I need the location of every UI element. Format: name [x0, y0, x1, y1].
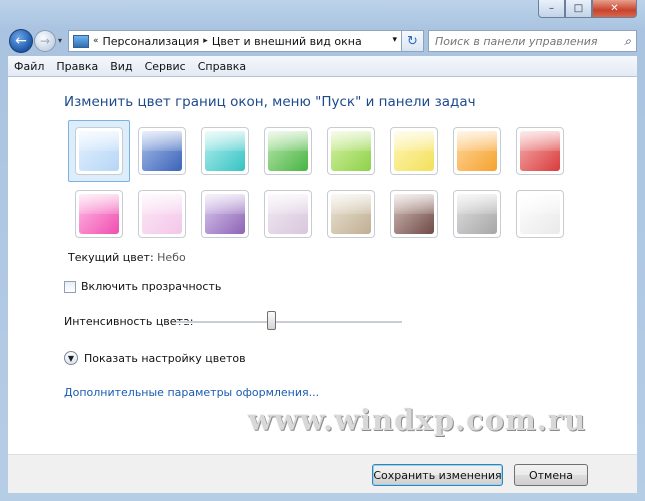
show-color-mixer[interactable]: ▼ Показать настройку цветов [64, 351, 246, 365]
breadcrumb-personalization[interactable]: Персонализация [103, 35, 200, 48]
swatch-fill [520, 194, 560, 234]
color-swatch-lavender[interactable] [264, 190, 312, 238]
navigation-bar: ← → ▾ « Персонализация ▸ Цвет и внешний … [8, 26, 637, 56]
color-swatch-taupe[interactable] [327, 190, 375, 238]
current-color-label: Текущий цвет: [68, 251, 154, 264]
watermark: www.windxp.com.ru [248, 403, 587, 437]
menu-bar: Файл Правка Вид Сервис Справка [8, 56, 637, 77]
refresh-button[interactable]: ↻ [402, 30, 424, 52]
control-panel-icon [73, 34, 89, 48]
menu-file[interactable]: Файл [8, 60, 50, 73]
color-swatch-frost[interactable] [516, 190, 564, 238]
color-swatch-lime[interactable] [327, 127, 375, 175]
back-arrow-icon: ← [15, 33, 27, 49]
swatch-fill [394, 194, 434, 234]
color-swatch-sun[interactable] [390, 127, 438, 175]
intensity-label: Интенсивность цвета: [64, 315, 194, 328]
current-color: Текущий цвет: Небо [68, 251, 186, 264]
color-swatch-pumpkin[interactable] [453, 127, 501, 175]
refresh-icon: ↻ [407, 33, 418, 49]
minimize-button[interactable]: – [538, 0, 565, 18]
transparency-option[interactable]: Включить прозрачность [64, 280, 221, 293]
close-button[interactable]: ✕ [592, 0, 637, 18]
menu-edit[interactable]: Правка [50, 60, 104, 73]
color-swatch-fuchsia[interactable] [75, 190, 123, 238]
address-dropdown-icon[interactable]: ▾ [392, 35, 397, 45]
swatch-fill [205, 194, 245, 234]
cancel-button[interactable]: Отмена [514, 464, 588, 486]
swatch-fill [79, 194, 119, 234]
swatch-fill [331, 194, 371, 234]
address-overflow[interactable]: « [93, 36, 99, 46]
color-swatch-sea[interactable] [201, 127, 249, 175]
menu-tools[interactable]: Сервис [139, 60, 192, 73]
address-bar[interactable]: « Персонализация ▸ Цвет и внешний вид ок… [68, 30, 402, 52]
page-title: Изменить цвет границ окон, меню "Пуск" и… [64, 94, 476, 110]
show-color-mixer-label[interactable]: Показать настройку цветов [84, 352, 246, 365]
caption-buttons: – □ ✕ [538, 0, 637, 18]
search-box[interactable]: ⌕ [428, 30, 637, 52]
swatch-fill [79, 131, 119, 171]
swatch-fill [394, 131, 434, 171]
transparency-label[interactable]: Включить прозрачность [81, 280, 221, 293]
dialog-footer: Сохранить изменения Отмена [8, 454, 637, 493]
save-changes-button[interactable]: Сохранить изменения [372, 464, 503, 486]
breadcrumb-window-color[interactable]: Цвет и внешний вид окна [212, 35, 362, 48]
breadcrumb-separator-icon[interactable]: ▸ [203, 36, 208, 46]
color-swatch-chocolate[interactable] [390, 190, 438, 238]
color-swatch-leaf[interactable] [264, 127, 312, 175]
intensity-slider-track[interactable] [176, 321, 402, 324]
swatch-fill [457, 194, 497, 234]
current-color-value: Небо [157, 251, 186, 264]
maximize-button[interactable]: □ [565, 0, 592, 18]
color-swatch-blush[interactable] [138, 190, 186, 238]
color-swatch-twilight[interactable] [138, 127, 186, 175]
recent-pages-dropdown[interactable]: ▾ [58, 36, 62, 45]
intensity-slider-thumb[interactable] [266, 311, 276, 330]
forward-arrow-icon: → [39, 34, 51, 48]
menu-view[interactable]: Вид [104, 60, 138, 73]
color-swatch-ruby[interactable] [516, 127, 564, 175]
forward-button[interactable]: → [34, 30, 56, 52]
swatch-fill [142, 194, 182, 234]
swatch-fill [205, 131, 245, 171]
menu-help[interactable]: Справка [192, 60, 252, 73]
color-swatch-slate[interactable] [453, 190, 501, 238]
color-swatch-sky[interactable] [75, 127, 123, 175]
swatch-fill [331, 131, 371, 171]
main-content: Изменить цвет границ окон, меню "Пуск" и… [8, 77, 637, 455]
color-swatch-violet[interactable] [201, 190, 249, 238]
chevron-down-icon[interactable]: ▼ [64, 351, 78, 365]
window-frame: – □ ✕ ← → ▾ « Персонализация ▸ Цвет и вн… [0, 0, 645, 501]
transparency-checkbox[interactable] [64, 280, 76, 293]
swatch-fill [457, 131, 497, 171]
swatch-fill [268, 131, 308, 171]
swatch-fill [520, 131, 560, 171]
search-icon[interactable]: ⌕ [624, 34, 631, 49]
advanced-appearance-link[interactable]: Дополнительные параметры оформления... [64, 386, 319, 399]
back-button[interactable]: ← [9, 29, 33, 53]
search-input[interactable] [435, 34, 615, 48]
swatch-fill [268, 194, 308, 234]
swatch-fill [142, 131, 182, 171]
